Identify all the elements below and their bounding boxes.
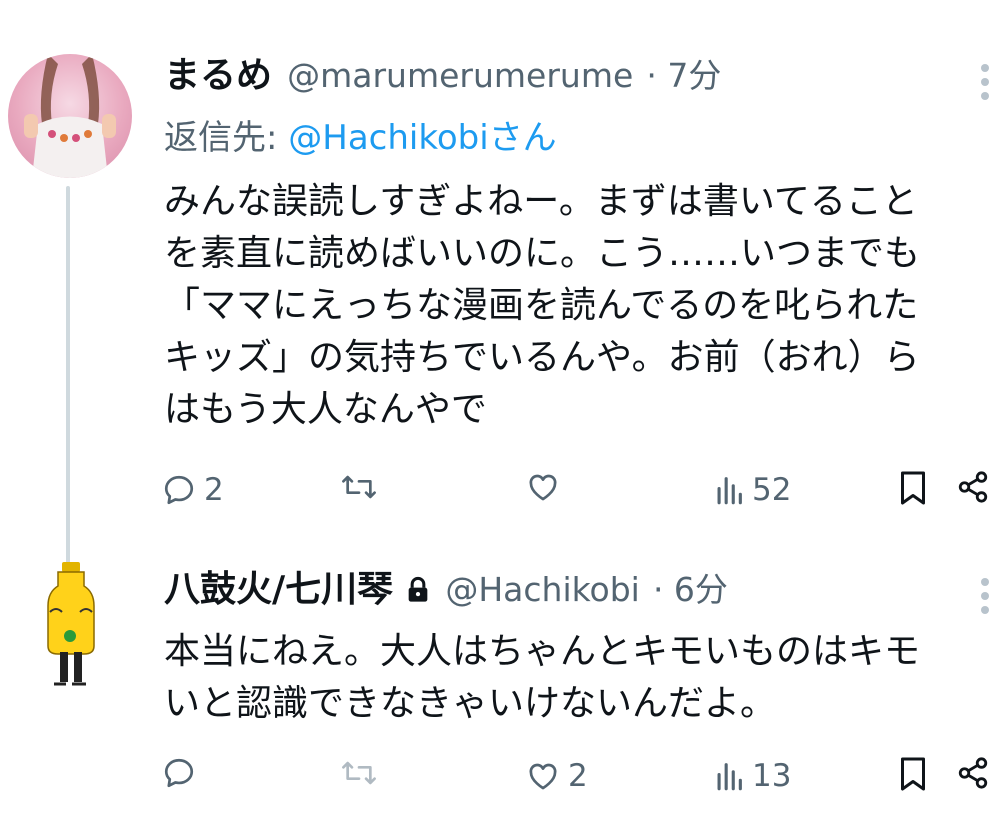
- views-icon: [717, 763, 742, 791]
- like-icon: [529, 763, 557, 790]
- reply-suffix: さん: [488, 118, 557, 158]
- reply-to-line: 返信先: @Hachikobiさん: [164, 116, 557, 160]
- more-icon[interactable]: [980, 64, 990, 100]
- like-count: 2: [568, 758, 588, 794]
- tweet-text: 本当にねえ。大人はちゃんとキモいものはキモ いと認識できなきゃいけないんだよ。: [164, 626, 920, 730]
- tweet-text-line: を素直に読めばいいのに。こう……いつまでも: [164, 233, 921, 274]
- like-button[interactable]: 2: [526, 756, 588, 796]
- retweet-icon: [342, 761, 376, 785]
- share-button[interactable]: [956, 756, 990, 790]
- tweet2-header: 八鼓火/七川琴 @Hachikobi · 6分: [164, 568, 728, 612]
- lock-icon: [408, 576, 428, 602]
- tweet-text-line: キッズ」の気持ちでいるんや。お前（おれ）ら: [164, 337, 920, 378]
- avatar[interactable]: [40, 560, 110, 690]
- reply-count: 2: [204, 472, 224, 508]
- tweet1-header: まるめ @marumerumerume · 7分: [164, 54, 721, 98]
- reply-to-handle[interactable]: @Hachikobi: [288, 118, 488, 158]
- retweet-button[interactable]: [340, 470, 386, 504]
- retweet-icon: [342, 475, 376, 499]
- tweet-text-line: 「ママにえっちな漫画を読んでるのを叱られた: [164, 285, 919, 326]
- retweet-button[interactable]: [340, 756, 386, 790]
- views-icon: [717, 477, 742, 505]
- avatar[interactable]: [8, 54, 132, 178]
- like-button[interactable]: [526, 470, 568, 504]
- reply-icon: [164, 758, 194, 788]
- reply-button[interactable]: 2: [162, 470, 224, 510]
- display-name[interactable]: まるめ: [164, 55, 272, 96]
- share-button[interactable]: [956, 470, 990, 504]
- tweet-text-line: みんな誤読しすぎよねー。まずは書いてること: [164, 181, 918, 222]
- reply-icon: [164, 475, 194, 505]
- user-handle[interactable]: @Hachikobi: [445, 570, 640, 609]
- display-name[interactable]: 八鼓火/七川琴: [164, 569, 393, 610]
- tweet-text-line: いと認識できなきゃいけないんだよ。: [164, 683, 777, 724]
- views-button[interactable]: 13: [714, 756, 791, 796]
- reply-prefix: 返信先:: [164, 118, 278, 158]
- view-count: 52: [752, 472, 792, 508]
- avatar-image: [47, 562, 95, 686]
- tweet-text-line: はもう大人なんやで: [164, 389, 487, 430]
- like-icon: [529, 474, 557, 501]
- user-handle[interactable]: @marumerumerume: [287, 56, 633, 95]
- share-icon: [958, 757, 988, 789]
- tweet-text-line: 本当にねえ。大人はちゃんとキモいものはキモ: [164, 631, 921, 672]
- bookmark-icon: [901, 757, 925, 791]
- thread-line: [66, 186, 70, 564]
- bookmark-button[interactable]: [898, 756, 928, 792]
- bookmark-icon: [901, 471, 925, 505]
- view-count: 13: [752, 758, 792, 794]
- avatar-image: [24, 54, 116, 178]
- reply-button[interactable]: [162, 756, 204, 790]
- timestamp[interactable]: · 7分: [646, 56, 721, 95]
- bookmark-button[interactable]: [898, 470, 928, 506]
- views-button[interactable]: 52: [714, 470, 791, 510]
- more-icon[interactable]: [980, 578, 990, 614]
- tweet-text: みんな誤読しすぎよねー。まずは書いてること を素直に読めばいいのに。こう……いつ…: [164, 176, 920, 436]
- share-icon: [958, 471, 988, 503]
- timestamp[interactable]: · 6分: [653, 570, 728, 609]
